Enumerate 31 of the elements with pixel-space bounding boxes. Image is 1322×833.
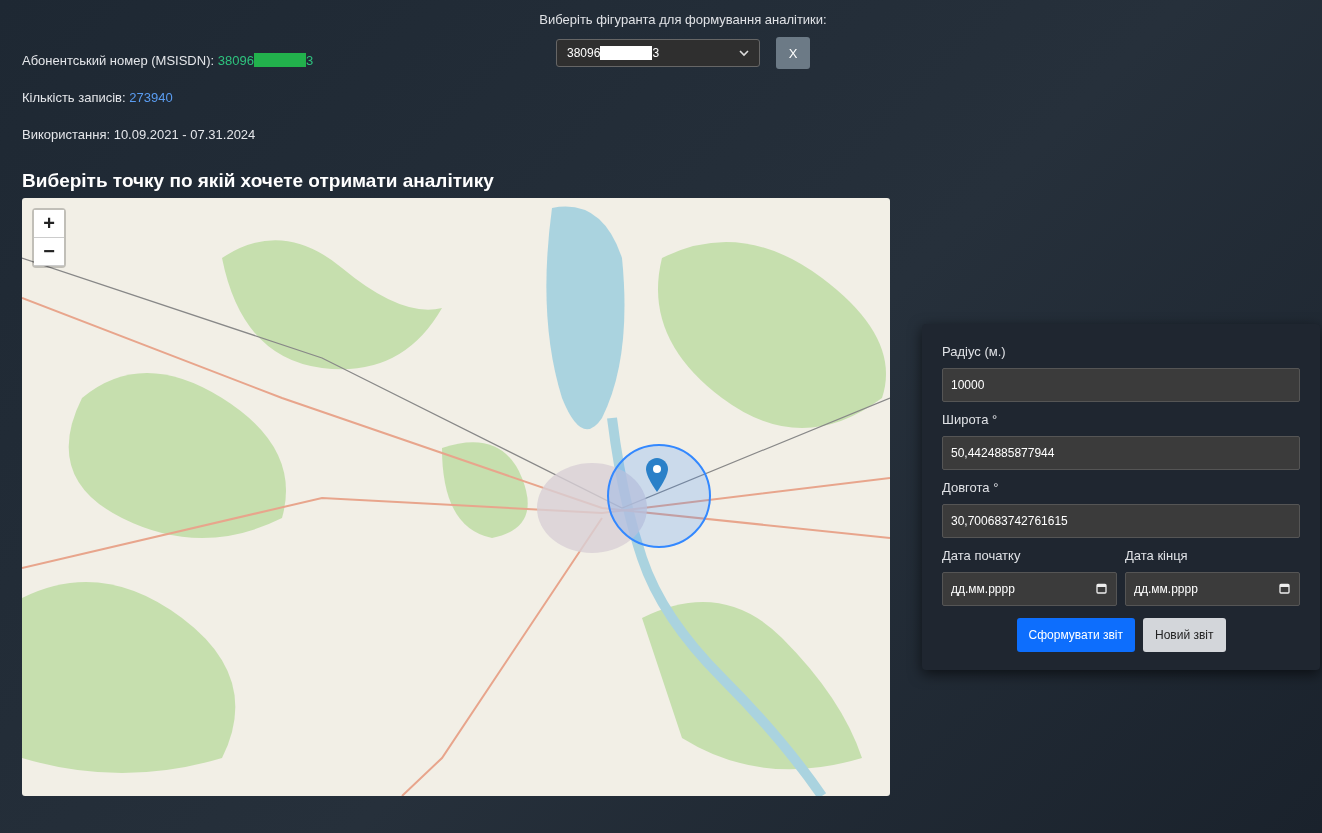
report-button[interactable]: Новий звіт bbox=[1143, 617, 1226, 652]
msisdn-value: 3 bbox=[305, 53, 314, 68]
field-label: Широта ° bbox=[942, 411, 999, 427]
calendar-icon bbox=[1279, 582, 1290, 594]
date-field[interactable]: дд.мм.рррр bbox=[942, 571, 1117, 606]
field-label: Довгота ° bbox=[942, 479, 1000, 495]
map-pin-icon[interactable] bbox=[646, 458, 668, 492]
map[interactable]: + − bbox=[22, 198, 890, 796]
redaction-bar bbox=[600, 46, 653, 60]
calendar-icon bbox=[1096, 582, 1107, 594]
date-field[interactable]: дд.мм.рррр bbox=[1125, 571, 1300, 606]
selector-label: Виберіть фігуранта для формування аналітики: bbox=[539, 12, 827, 27]
msisdn-label: Абонентський номер (MSISDN): bbox=[22, 53, 215, 68]
field-label: Дата початку bbox=[942, 547, 1022, 563]
report-button[interactable]: Сформувати звіт bbox=[1016, 617, 1135, 652]
zoom-in-button[interactable]: + bbox=[34, 210, 64, 238]
msisdn-value: 38096 bbox=[217, 53, 254, 68]
field-label: Радіус (м.) bbox=[942, 343, 1007, 359]
records-count: 273940 bbox=[129, 90, 173, 105]
usage-period: Використання: 10.09.2021 - 07.31.2024 bbox=[22, 127, 256, 142]
field-label: Дата кінця bbox=[1125, 547, 1189, 563]
caret-icon bbox=[739, 49, 749, 57]
input-field[interactable]: 50,4424885877944 bbox=[942, 435, 1300, 470]
records-label: Кількість записів: bbox=[22, 90, 126, 105]
input-field[interactable]: 30,700683742761615 bbox=[942, 503, 1300, 538]
clear-button[interactable]: X bbox=[776, 37, 810, 69]
page-heading: Виберіть точку по якій хочете отримати аналітику bbox=[22, 170, 495, 192]
zoom-out-button[interactable]: − bbox=[34, 238, 64, 266]
input-field[interactable]: 10000 bbox=[942, 367, 1300, 402]
person-select[interactable]: 38096 3 bbox=[556, 39, 760, 67]
redaction-bar bbox=[253, 53, 306, 67]
